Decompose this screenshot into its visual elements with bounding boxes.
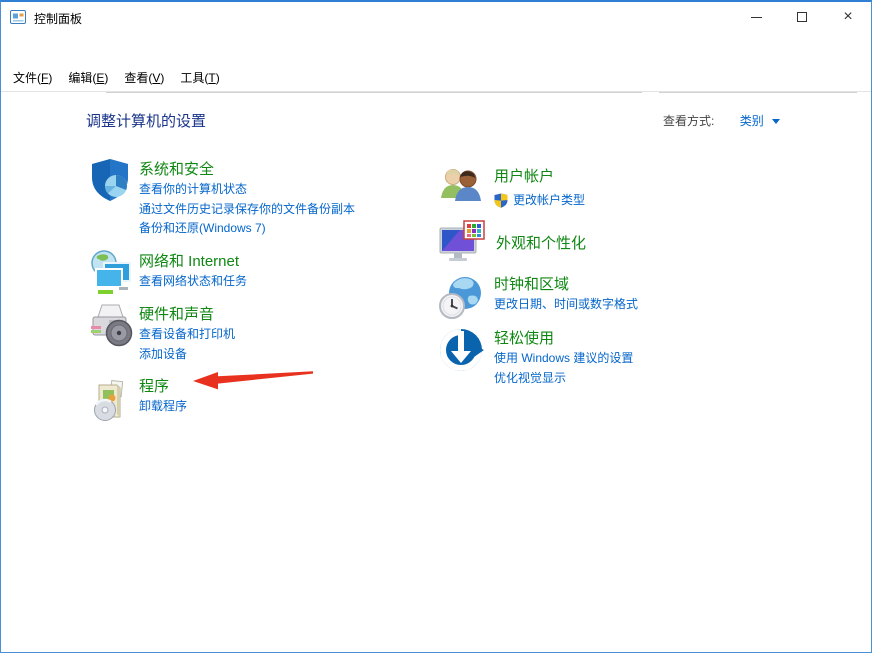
link-check-computer-status[interactable]: 查看你的计算机状态 [139, 180, 429, 200]
menu-file[interactable]: 文件(F) [13, 69, 52, 86]
category-network-internet: 网络和 Internet 查看网络状态和任务 [89, 250, 434, 296]
link-add-device[interactable]: 添加设备 [139, 345, 429, 365]
link-view-devices-printers[interactable]: 查看设备和打印机 [139, 325, 429, 345]
maximize-icon [797, 12, 807, 22]
link-appearance-personalization[interactable]: 外观和个性化 [496, 218, 776, 254]
link-system-security[interactable]: 系统和安全 [139, 157, 429, 180]
clock-region-icon[interactable] [438, 274, 484, 320]
category-appearance-personalization: 外观和个性化 [438, 218, 783, 266]
menu-edit[interactable]: 编辑(E) [68, 69, 108, 86]
close-button[interactable]: × [825, 2, 871, 32]
programs-icon[interactable] [89, 379, 133, 423]
link-change-account-type[interactable]: 更改帐户类型 [513, 191, 585, 211]
security-shield-icon[interactable] [89, 157, 133, 205]
link-windows-suggested-settings[interactable]: 使用 Windows 建议的设置 [494, 349, 774, 369]
maximize-button[interactable] [779, 2, 825, 32]
control-panel-window: 控制面板 × ← → ↑ › 控制面板 › [0, 0, 872, 653]
ease-of-access-icon[interactable] [438, 327, 484, 373]
control-panel-icon [10, 9, 26, 25]
navigation-bar: ← → ↑ › 控制面板 › ↻ [1, 32, 871, 63]
category-programs: 程序 卸载程序 [89, 373, 434, 423]
link-user-accounts[interactable]: 用户帐户 [494, 162, 774, 187]
menu-view[interactable]: 查看(V) [124, 69, 164, 86]
title-bar: 控制面板 × [1, 2, 871, 32]
hardware-sound-icon[interactable] [89, 302, 133, 348]
link-clock-region[interactable]: 时钟和区域 [494, 272, 774, 295]
view-by-value[interactable]: 类别 [740, 114, 764, 128]
change-account-type-row: 更改帐户类型 [494, 191, 774, 211]
category-hardware-sound: 硬件和声音 查看设备和打印机 添加设备 [89, 302, 434, 364]
category-clock-region: 时钟和区域 更改日期、时间或数字格式 [438, 272, 783, 320]
view-by-label: 查看方式: [663, 114, 714, 128]
link-change-date-time-formats[interactable]: 更改日期、时间或数字格式 [494, 295, 774, 315]
page-title: 调整计算机的设置 [86, 110, 206, 131]
category-ease-of-access: 轻松使用 使用 Windows 建议的设置 优化视觉显示 [438, 324, 783, 388]
link-ease-of-access[interactable]: 轻松使用 [494, 324, 774, 349]
link-view-network-status[interactable]: 查看网络状态和任务 [139, 272, 429, 292]
link-backup-restore-win7[interactable]: 备份和还原(Windows 7) [139, 219, 429, 239]
link-programs[interactable]: 程序 [139, 373, 429, 397]
close-icon: × [843, 9, 852, 25]
user-accounts-icon[interactable] [438, 165, 484, 209]
category-system-security: 系统和安全 查看你的计算机状态 通过文件历史记录保存你的文件备份副本 备份和还原… [89, 157, 434, 239]
dropdown-arrow-icon[interactable] [772, 119, 780, 124]
link-optimize-visual-display[interactable]: 优化视觉显示 [494, 369, 774, 389]
menu-tools[interactable]: 工具(T) [180, 69, 219, 86]
link-file-history-backup[interactable]: 通过文件历史记录保存你的文件备份副本 [139, 200, 429, 220]
view-by-control: 查看方式: 类别 [663, 112, 780, 129]
uac-shield-icon [494, 193, 508, 208]
window-title: 控制面板 [34, 10, 82, 27]
link-network-internet[interactable]: 网络和 Internet [139, 250, 429, 272]
minimize-icon [751, 17, 762, 18]
category-user-accounts: 用户帐户 更改帐户类型 [438, 162, 783, 211]
appearance-personalization-icon[interactable] [438, 220, 486, 266]
link-uninstall-program[interactable]: 卸载程序 [139, 397, 429, 417]
link-hardware-sound[interactable]: 硬件和声音 [139, 302, 429, 325]
menu-bar: 文件(F) 编辑(E) 查看(V) 工具(T) [1, 63, 871, 92]
network-internet-icon[interactable] [89, 250, 133, 296]
minimize-button[interactable] [733, 2, 779, 32]
